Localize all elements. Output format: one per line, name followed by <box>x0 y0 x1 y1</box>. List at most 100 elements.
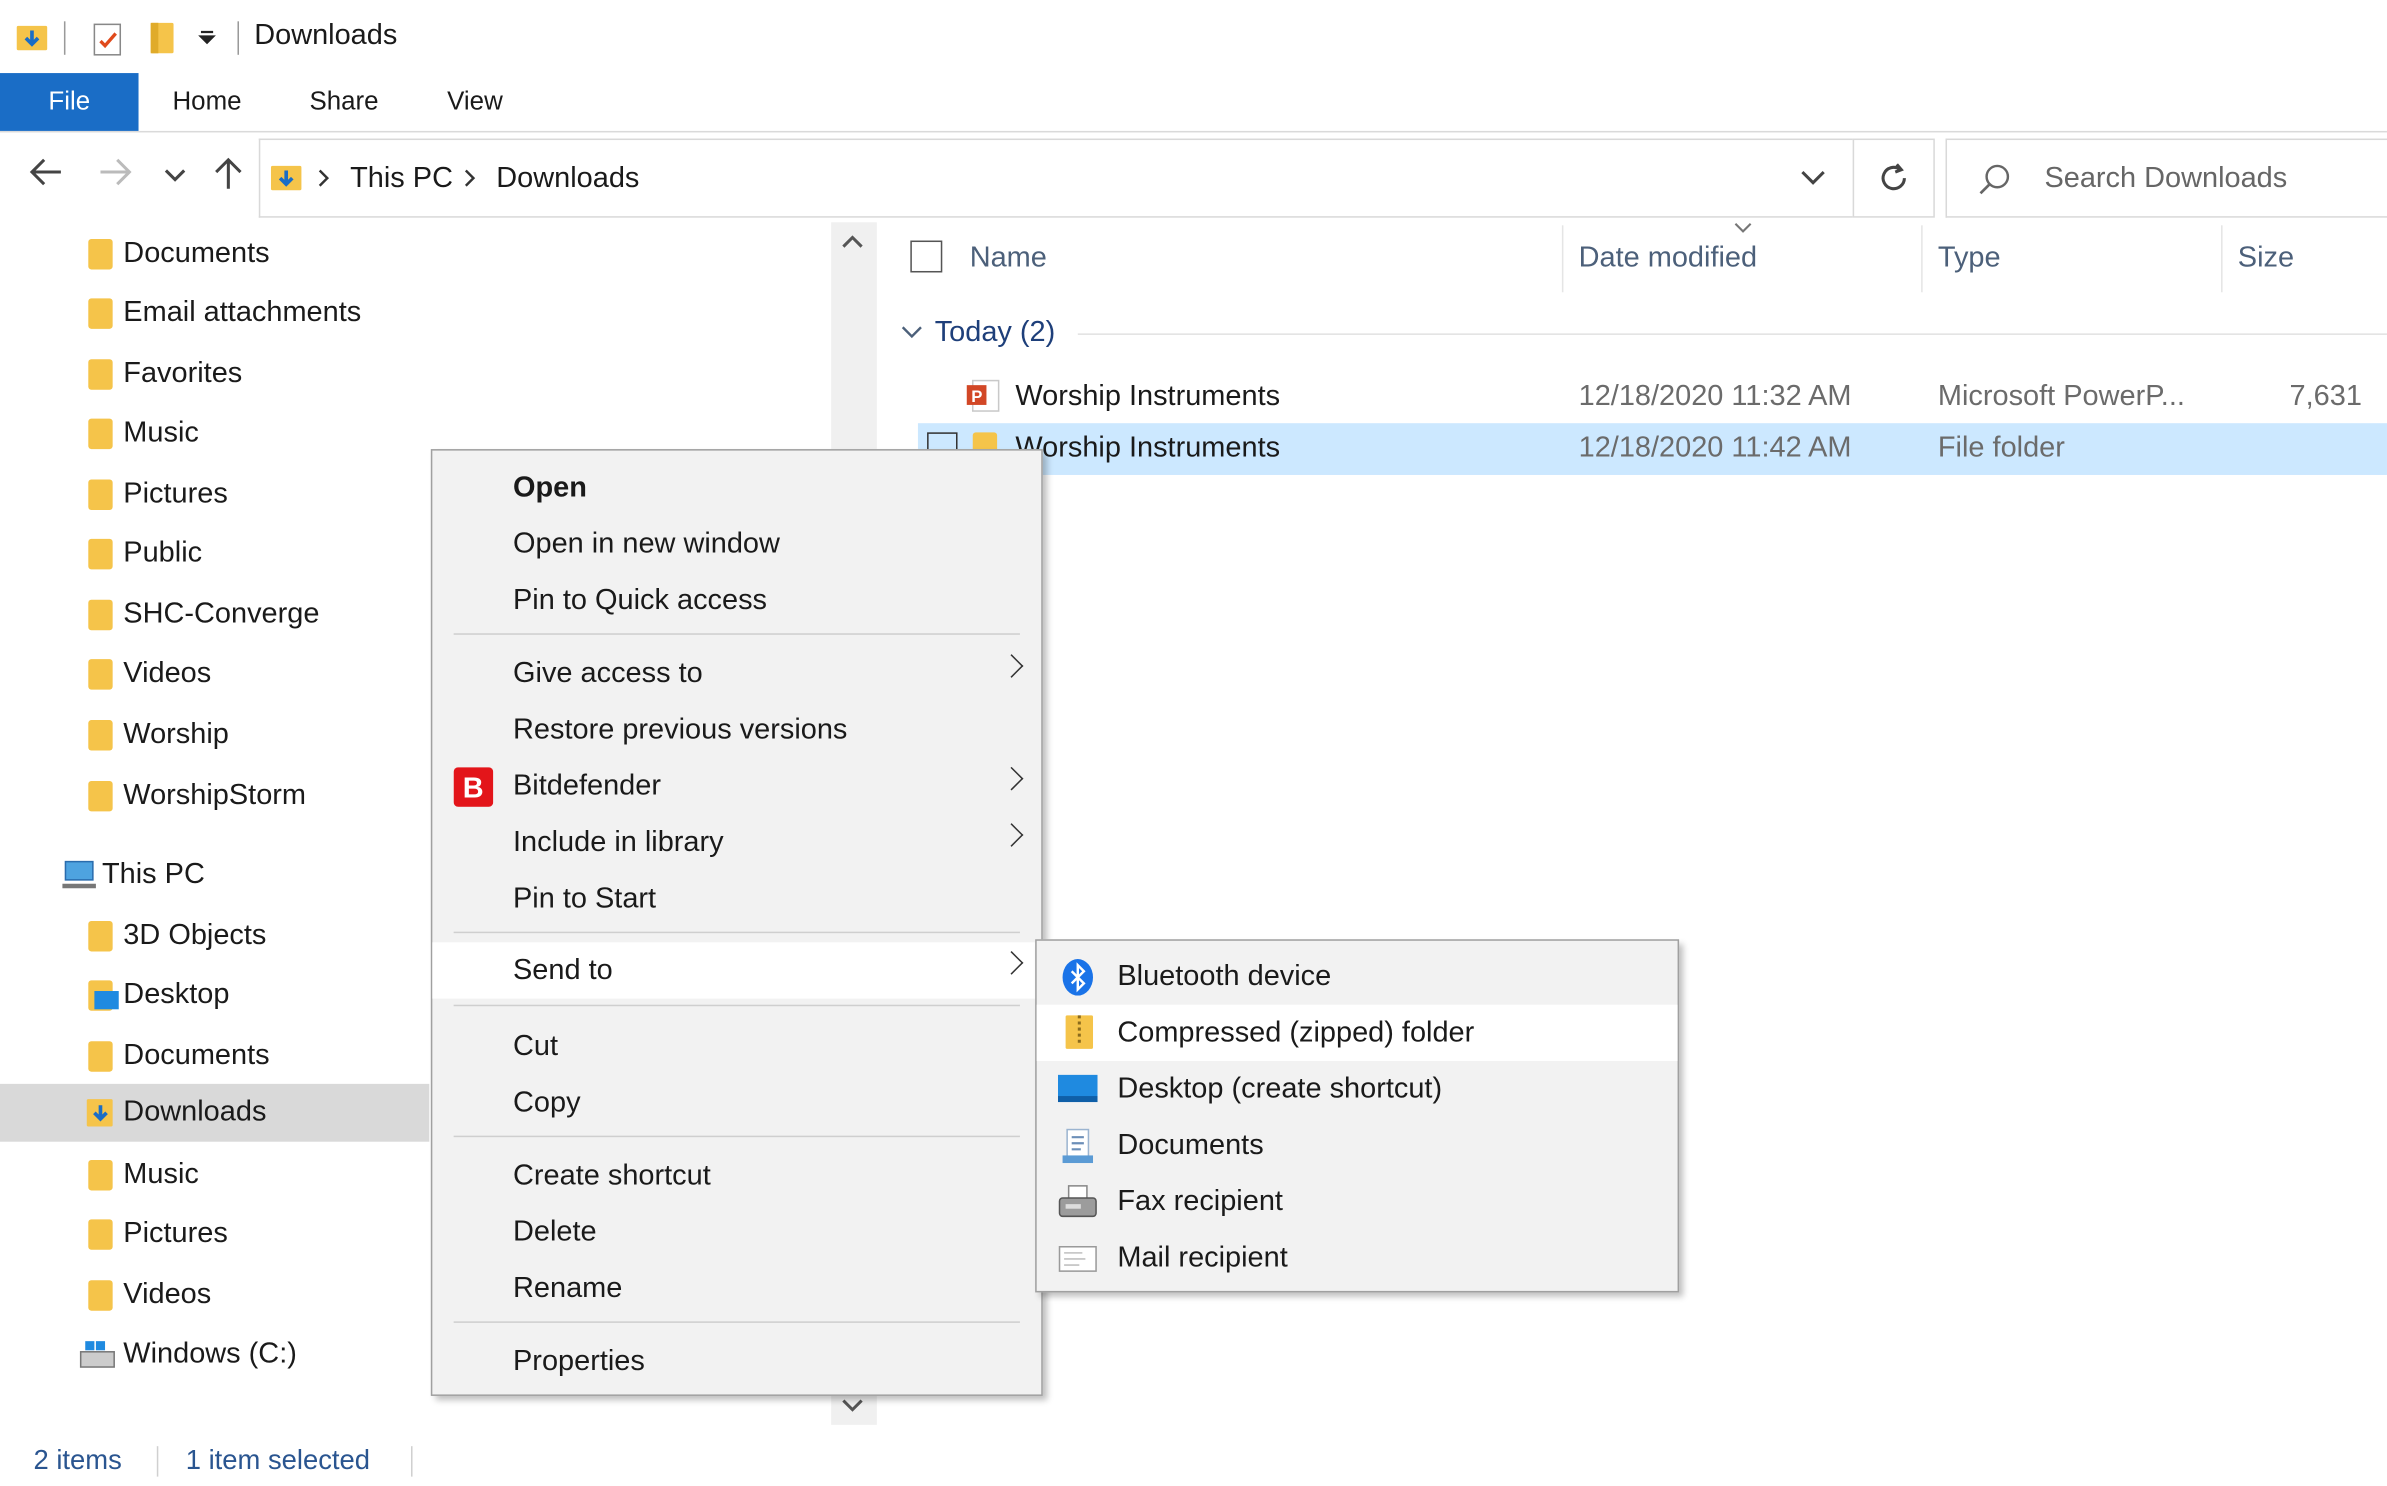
breadcrumb-chevron-icon[interactable] <box>318 169 330 187</box>
folder-icon <box>88 298 113 329</box>
qat-separator <box>237 21 240 55</box>
send-to-bluetooth[interactable]: Bluetooth device <box>1037 948 1678 1004</box>
tab-view[interactable]: View <box>420 73 530 131</box>
folder-icon <box>88 599 113 631</box>
title-bar: Downloads <box>0 0 2387 76</box>
pictures-folder-icon <box>88 1219 113 1250</box>
properties-icon[interactable] <box>91 21 124 58</box>
group-collapse-chevron-icon[interactable] <box>901 324 922 339</box>
menu-item-open[interactable]: Open <box>432 460 1041 516</box>
scroll-down-arrow-icon[interactable] <box>842 1397 863 1412</box>
send-to-compressed-folder[interactable]: Compressed (zipped) folder <box>1036 1004 1678 1062</box>
address-dropdown-chevron-icon[interactable] <box>1801 170 1825 185</box>
sidebar-item-pc-pictures[interactable]: Pictures <box>0 1206 426 1264</box>
column-divider[interactable] <box>1921 225 1923 293</box>
refresh-button[interactable] <box>1852 138 1935 218</box>
sidebar-item-windows-c[interactable]: Windows (C:) <box>0 1326 426 1384</box>
tab-file[interactable]: File <box>0 73 139 131</box>
sidebar-item-this-pc[interactable]: This PC <box>0 846 426 904</box>
menu-item-send-to[interactable]: Send to <box>432 942 1042 999</box>
sidebar-item-email-attachments[interactable]: Email attachments <box>0 285 426 343</box>
sidebar-item-desktop[interactable]: Desktop <box>0 967 426 1025</box>
column-header-date-modified[interactable]: Date modified <box>1579 242 1757 315</box>
sidebar-item-favorites[interactable]: Favorites <box>0 346 426 404</box>
status-selection: 1 item selected <box>185 1444 371 1476</box>
search-icon <box>1977 163 2010 196</box>
group-divider <box>1077 333 2387 335</box>
sidebar-item-public[interactable]: Public <box>0 525 426 583</box>
file-row[interactable]: P Worship Instruments 12/18/2020 11:32 A… <box>918 371 2387 464</box>
svg-text:B: B <box>463 773 484 805</box>
menu-item-cut[interactable]: Cut <box>432 1018 1041 1074</box>
column-divider[interactable] <box>2221 225 2223 293</box>
menu-item-rename[interactable]: Rename <box>432 1260 1041 1316</box>
submenu-chevron-icon <box>999 654 1024 678</box>
sidebar-item-downloads[interactable]: Downloads <box>0 1083 430 1142</box>
menu-item-pin-start[interactable]: Pin to Start <box>432 871 1041 927</box>
sidebar-item-documents[interactable]: Documents <box>0 225 426 283</box>
back-arrow-icon[interactable] <box>27 155 64 188</box>
menu-item-create-shortcut[interactable]: Create shortcut <box>432 1148 1041 1204</box>
folder-icon <box>88 538 113 570</box>
sidebar-item-pc-music[interactable]: Music <box>0 1146 426 1204</box>
address-bar[interactable]: This PC Downloads <box>258 138 1853 218</box>
scroll-up-arrow-icon[interactable] <box>842 234 863 249</box>
menu-separator <box>453 1004 1020 1007</box>
column-header-size[interactable]: Size <box>2238 242 2294 315</box>
breadcrumb-downloads[interactable]: Downloads <box>496 163 639 196</box>
documents-icon <box>1061 1128 1094 1165</box>
menu-item-pin-quick-access[interactable]: Pin to Quick access <box>432 572 1041 628</box>
powerpoint-icon: P <box>966 379 1000 412</box>
sidebar-item-music[interactable]: Music <box>0 405 426 463</box>
customize-qat-icon[interactable] <box>198 27 216 45</box>
forward-arrow-icon[interactable] <box>97 155 134 188</box>
ribbon-tabs: File Home Share View <box>0 73 2387 133</box>
send-to-desktop-shortcut[interactable]: Desktop (create shortcut) <box>1037 1061 1678 1117</box>
file-name: Worship Instruments <box>1015 432 1281 465</box>
search-box[interactable]: Search Downloads <box>1945 138 2387 218</box>
sidebar-item-pc-videos[interactable]: Videos <box>0 1267 426 1325</box>
column-header-name[interactable]: Name <box>970 242 1047 315</box>
3d-objects-folder-icon <box>88 920 113 952</box>
sidebar-item-shc-converge[interactable]: SHC-Converge <box>0 586 426 644</box>
menu-item-open-new-window[interactable]: Open in new window <box>432 516 1041 572</box>
menu-item-copy[interactable]: Copy <box>432 1075 1041 1131</box>
tab-home[interactable]: Home <box>152 73 262 131</box>
send-to-fax-recipient[interactable]: Fax recipient <box>1037 1174 1678 1230</box>
search-input[interactable]: Search Downloads <box>2044 163 2287 196</box>
file-row-selected[interactable]: Worship Instruments 12/18/2020 11:42 AM … <box>917 423 2387 475</box>
file-date: 12/18/2020 11:32 AM <box>1578 380 1852 413</box>
sidebar-item-3d-objects[interactable]: 3D Objects <box>0 907 426 965</box>
menu-item-properties[interactable]: Properties <box>432 1334 1041 1390</box>
select-all-checkbox[interactable] <box>910 240 943 273</box>
sidebar-item-worshipstorm[interactable]: WorshipStorm <box>0 767 426 825</box>
menu-item-restore-versions[interactable]: Restore previous versions <box>432 702 1041 758</box>
breadcrumb-chevron-icon[interactable] <box>464 169 476 187</box>
send-to-documents[interactable]: Documents <box>1037 1117 1678 1173</box>
column-divider[interactable] <box>1561 225 1564 293</box>
music-folder-icon <box>88 1159 113 1191</box>
file-type: Microsoft PowerP... <box>1937 380 2185 413</box>
menu-item-delete[interactable]: Delete <box>432 1204 1041 1260</box>
menu-item-include-library[interactable]: Include in library <box>432 814 1041 870</box>
up-arrow-icon[interactable] <box>213 155 243 192</box>
documents-folder-icon <box>88 239 113 270</box>
file-date: 12/18/2020 11:42 AM <box>1578 432 1852 465</box>
sidebar-item-pc-documents[interactable]: Documents <box>0 1028 426 1086</box>
svg-text:P: P <box>971 387 982 406</box>
new-folder-icon[interactable] <box>149 21 176 54</box>
breadcrumb-this-pc[interactable]: This PC <box>350 163 453 196</box>
tab-share[interactable]: Share <box>289 73 399 131</box>
downloads-location-icon <box>269 161 302 194</box>
menu-item-give-access[interactable]: Give access to <box>432 645 1041 701</box>
sidebar-item-worship[interactable]: Worship <box>0 706 426 764</box>
send-to-mail-recipient[interactable]: Mail recipient <box>1037 1230 1678 1286</box>
sidebar-item-pictures[interactable]: Pictures <box>0 466 426 524</box>
status-separator <box>411 1446 413 1477</box>
navigation-bar: This PC Downloads Search Downloads <box>0 134 2387 219</box>
group-header-today[interactable]: Today (2) <box>935 317 1056 350</box>
column-header-type[interactable]: Type <box>1938 242 2001 315</box>
sidebar-item-videos[interactable]: Videos <box>0 645 426 703</box>
recent-locations-chevron-icon[interactable] <box>164 167 186 182</box>
menu-item-bitdefender[interactable]: B Bitdefender <box>432 758 1041 814</box>
